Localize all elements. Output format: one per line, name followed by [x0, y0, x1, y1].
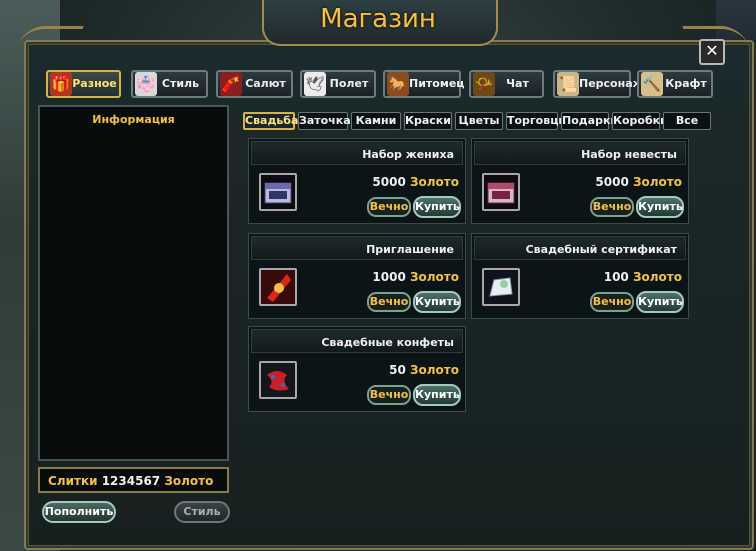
subtab-sharpening[interactable]: Заточка [298, 112, 351, 130]
tab-label: Салют [245, 77, 286, 90]
buy-button[interactable]: Купить [636, 291, 684, 313]
balance-currency: Золото [164, 474, 214, 488]
tab-flight[interactable]: 🕊 Полет [300, 70, 376, 98]
groom-box-icon[interactable] [259, 173, 297, 211]
close-icon: ✕ [705, 41, 719, 60]
tab-label: Полет [329, 77, 369, 90]
forever-button[interactable]: Вечно [590, 197, 634, 217]
item-header: Свадебный сертификат [474, 236, 686, 260]
bride-box-icon[interactable] [482, 173, 520, 211]
tab-label: Крафт [665, 77, 707, 90]
firework-icon: 🧨 [220, 72, 242, 96]
item-header: Набор жениха [251, 141, 463, 165]
tab-chat[interactable]: 📯 Чат [469, 70, 544, 98]
tab-label: Чат [506, 77, 529, 90]
subtab-flowers[interactable]: Цветы [455, 112, 503, 130]
subtab-gifts[interactable]: Подарки [561, 112, 618, 130]
item-header: Набор невесты [474, 141, 686, 165]
balance-label: Слитки [48, 474, 98, 488]
invitation-icon[interactable] [259, 268, 297, 306]
tab-fireworks[interactable]: 🧨 Салют [216, 70, 293, 98]
tab-label: Питомец [409, 77, 465, 90]
item-name: Свадебный сертификат [525, 243, 677, 256]
forever-button[interactable]: Вечно [367, 197, 411, 217]
balance-amount: 1234567 [101, 474, 161, 488]
forever-button[interactable]: Вечно [367, 385, 411, 405]
tab-label: Стиль [161, 77, 200, 90]
balance-panel: Слитки 1234567 Золото [38, 467, 229, 493]
item-price: 5000 Золото [595, 175, 682, 189]
gift-icon: 🎁 [50, 72, 72, 96]
forever-button[interactable]: Вечно [590, 292, 634, 312]
item-price: 50 Золото [389, 363, 459, 377]
info-panel: Информация [38, 105, 229, 461]
item-card: Набор невесты 5000 Золото Вечно Купить [471, 138, 689, 224]
item-name: Свадебные конфеты [321, 336, 454, 349]
item-price: 100 Золото [603, 270, 682, 284]
item-price: 1000 Золото [372, 270, 459, 284]
wings-icon: 🕊 [304, 72, 326, 96]
subtab-merchants[interactable]: Торговцы [506, 112, 568, 130]
tab-craft[interactable]: 🔨 Крафт [637, 70, 713, 98]
item-header: Приглашение [251, 236, 463, 260]
buy-button[interactable]: Купить [413, 196, 461, 218]
candy-icon[interactable] [259, 361, 297, 399]
buy-button[interactable]: Купить [413, 291, 461, 313]
tab-pet[interactable]: 🐎 Питомец [383, 70, 465, 98]
subtab-boxes[interactable]: Коробки [612, 112, 668, 130]
tab-misc[interactable]: 🎁 Разное [46, 70, 121, 98]
item-card: Свадебный сертификат 100 Золото Вечно Ку… [471, 233, 689, 319]
item-header: Свадебные конфеты [251, 329, 463, 353]
horn-icon: 📯 [473, 72, 495, 96]
item-card: Свадебные конфеты 50 Золото Вечно Купить [248, 326, 466, 412]
tab-character[interactable]: 📜 Персонаж [553, 70, 644, 98]
info-title: Информация [92, 113, 175, 126]
item-name: Набор жениха [362, 148, 454, 161]
style-button[interactable]: Стиль [174, 501, 230, 523]
item-name: Набор невесты [581, 148, 677, 161]
certificate-icon[interactable] [482, 268, 520, 306]
subtab-gems[interactable]: Камни [351, 112, 401, 130]
topup-button[interactable]: Пополнить [42, 501, 116, 523]
pet-icon: 🐎 [387, 72, 409, 96]
item-card: Набор жениха 5000 Золото Вечно Купить [248, 138, 466, 224]
close-button[interactable]: ✕ [699, 39, 725, 65]
subtab-all[interactable]: Все [663, 112, 711, 130]
buy-button[interactable]: Купить [636, 196, 684, 218]
tab-label: Разное [72, 77, 117, 90]
buy-button[interactable]: Купить [413, 384, 461, 406]
tab-style[interactable]: 👘 Стиль [131, 70, 208, 98]
item-name: Приглашение [366, 243, 454, 256]
scroll-icon: 📜 [557, 72, 579, 96]
item-price: 5000 Золото [372, 175, 459, 189]
subtab-wedding[interactable]: Свадьба [243, 112, 298, 130]
window-title: Магазин [320, 4, 436, 34]
tab-label: Персонаж [579, 77, 644, 90]
item-card: Приглашение 1000 Золото Вечно Купить [248, 233, 466, 319]
hammer-icon: 🔨 [641, 72, 663, 96]
outfit-icon: 👘 [135, 72, 157, 96]
subtab-dyes[interactable]: Краски [404, 112, 452, 130]
forever-button[interactable]: Вечно [367, 292, 411, 312]
